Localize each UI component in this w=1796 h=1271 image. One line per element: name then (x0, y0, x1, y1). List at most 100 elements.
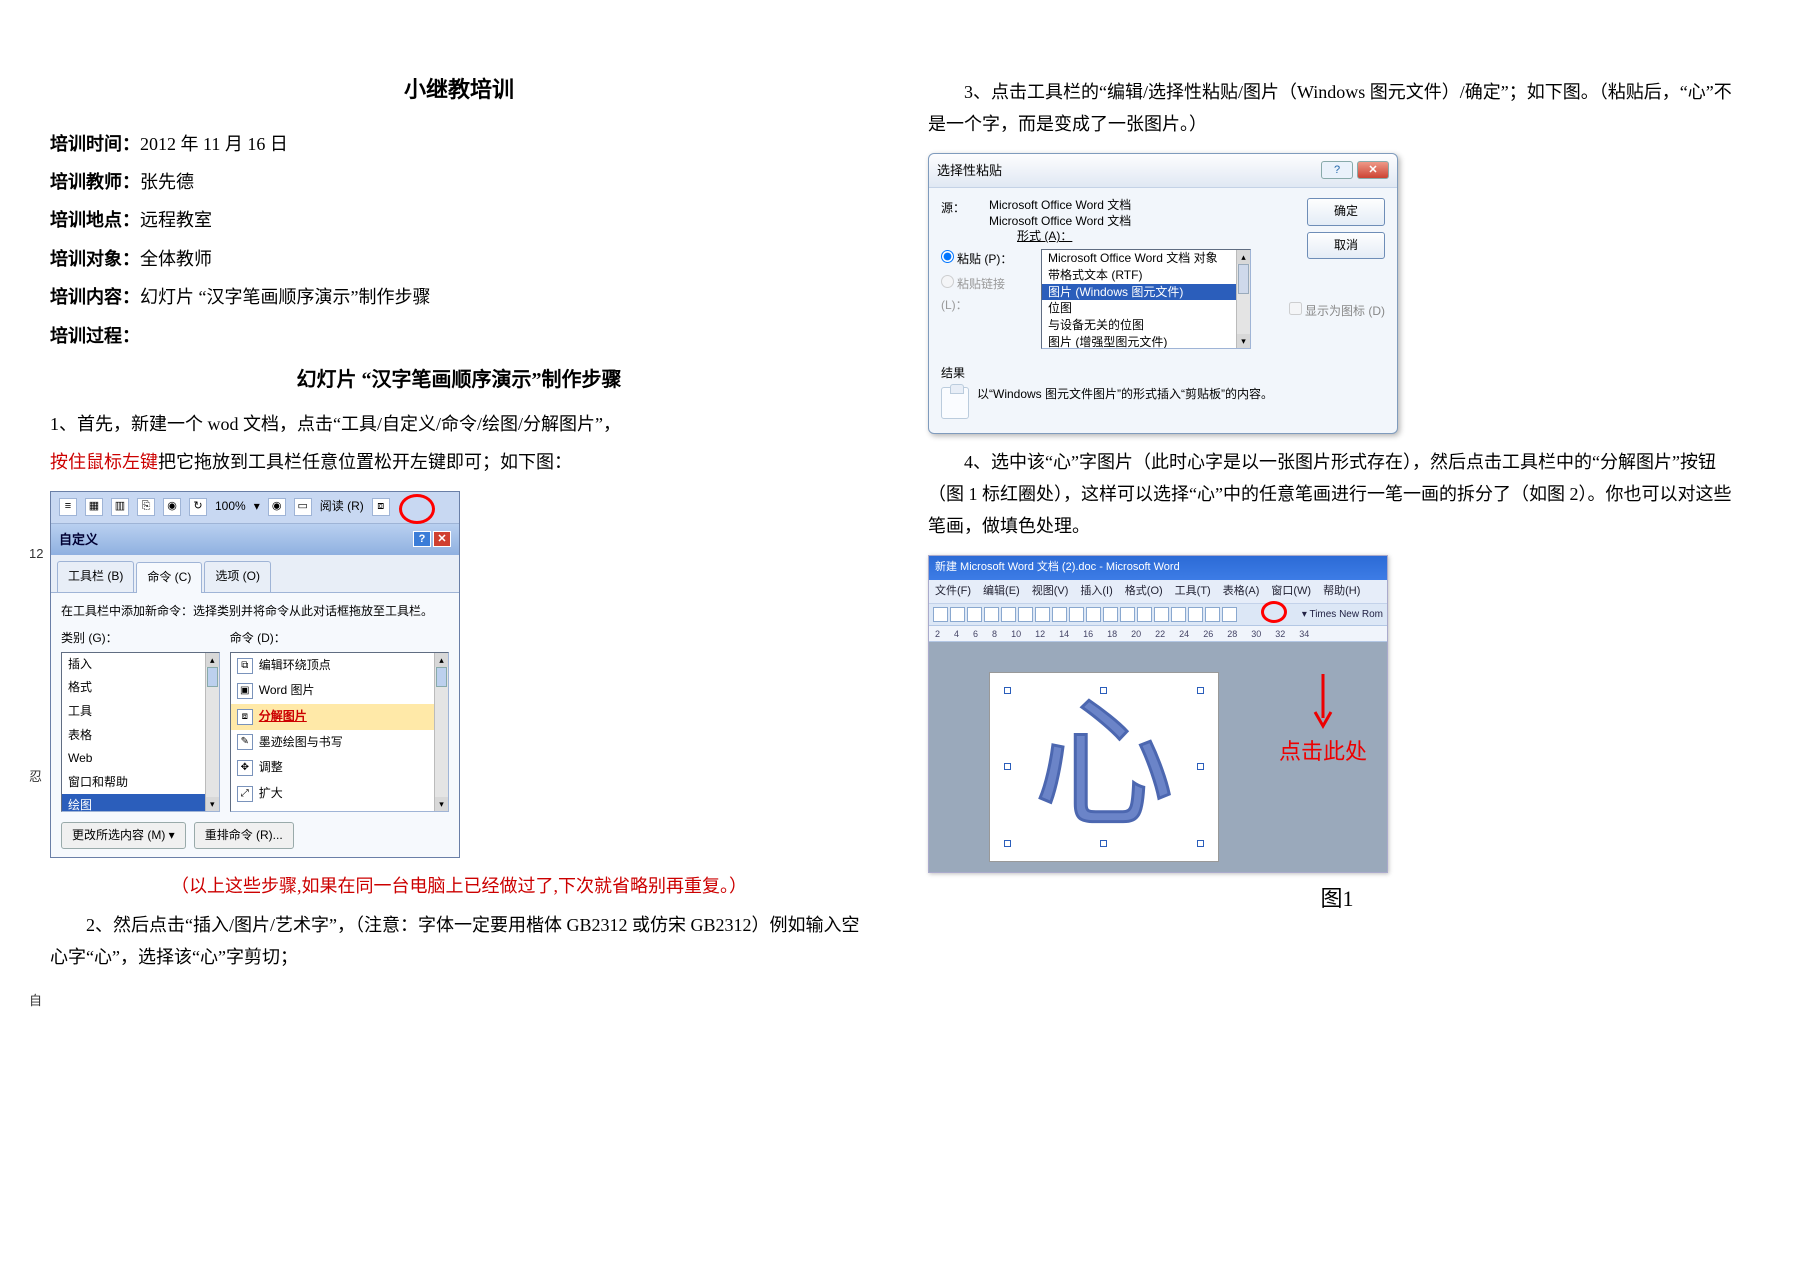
scrollbar[interactable]: ▴ ▾ (205, 653, 219, 811)
toolbar-icon[interactable] (967, 607, 982, 622)
command-label: 分解图片 (259, 706, 307, 728)
resize-handle[interactable] (1004, 687, 1011, 694)
menu-item[interactable]: 视图(V) (1032, 582, 1069, 602)
category-item[interactable]: 表格 (62, 724, 219, 748)
scrollbar[interactable]: ▴ ▾ (1236, 250, 1250, 348)
scroll-up-icon[interactable]: ▴ (435, 653, 448, 667)
category-label: 类别 (G)： (61, 628, 220, 650)
resize-handle[interactable] (1197, 840, 1204, 847)
menu-item[interactable]: 帮助(H) (1323, 582, 1360, 602)
toolbar-icon[interactable] (1171, 607, 1186, 622)
toolbar-icon[interactable] (1052, 607, 1067, 622)
ok-button[interactable]: 确定 (1307, 198, 1385, 226)
category-item[interactable]: 格式 (62, 676, 219, 700)
menu-item[interactable]: 窗口(W) (1271, 582, 1311, 602)
font-selector[interactable]: ▾ Times New Rom (1302, 606, 1383, 624)
scroll-up-icon[interactable]: ▴ (206, 653, 219, 667)
command-item[interactable]: ✥调整 (231, 755, 448, 781)
show-as-icon-checkbox[interactable]: 显示为图标 (D) (1289, 301, 1385, 323)
toolbar-icon[interactable] (1035, 607, 1050, 622)
toolbar-icon[interactable] (1069, 607, 1084, 622)
format-item[interactable]: 位图 (1042, 300, 1250, 317)
scrollbar[interactable]: ▴ ▾ (434, 653, 448, 811)
menu-item[interactable]: 格式(O) (1125, 582, 1163, 602)
command-item[interactable]: ⤢扩大 (231, 781, 448, 807)
resize-handle[interactable] (1004, 763, 1011, 770)
scroll-down-icon[interactable]: ▾ (1237, 334, 1250, 348)
resize-handle[interactable] (1004, 840, 1011, 847)
selection-rect[interactable] (1008, 691, 1200, 843)
tab-toolbars[interactable]: 工具栏 (B) (57, 561, 134, 592)
command-listbox[interactable]: ⧉编辑环绕顶点▣Word 图片⧈分解图片✎墨迹绘图与书写✥调整⤢扩大 ▴ ▾ (230, 652, 449, 812)
scroll-down-icon[interactable]: ▾ (435, 797, 448, 811)
tb-icon[interactable]: ▦ (85, 498, 103, 516)
toolbar-icon[interactable] (1222, 607, 1237, 622)
format-item[interactable]: 与设备无关的位图 (1042, 317, 1250, 334)
menu-item[interactable]: 插入(I) (1080, 582, 1112, 602)
tab-options[interactable]: 选项 (O) (204, 561, 271, 592)
toolbar-icon[interactable] (1154, 607, 1169, 622)
toolbar-icon[interactable] (1018, 607, 1033, 622)
format-item[interactable]: Microsoft Office Word 文档 对象 (1042, 250, 1250, 267)
command-item[interactable]: ⧈分解图片 (231, 704, 448, 730)
tb-icon[interactable]: ↻ (189, 498, 207, 516)
format-listbox[interactable]: Microsoft Office Word 文档 对象带格式文本 (RTF)图片… (1041, 249, 1251, 349)
resize-handle[interactable] (1197, 687, 1204, 694)
zoom-dropdown-icon[interactable]: ▾ (254, 496, 260, 518)
toolbar-icon[interactable] (984, 607, 999, 622)
radio-paste-input[interactable] (941, 250, 954, 263)
menu-item[interactable]: 文件(F) (935, 582, 971, 602)
tb-icon[interactable]: ⎘ (137, 498, 155, 516)
command-item[interactable]: ⧉编辑环绕顶点 (231, 653, 448, 679)
category-item[interactable]: 窗口和帮助 (62, 771, 219, 795)
menu-item[interactable]: 表格(A) (1223, 582, 1260, 602)
tb-icon[interactable]: ◉ (163, 498, 181, 516)
scroll-thumb[interactable] (436, 667, 447, 687)
tab-commands[interactable]: 命令 (C) (136, 562, 202, 593)
toolbar-icon[interactable] (1137, 607, 1152, 622)
menu-item[interactable]: 工具(T) (1175, 582, 1211, 602)
tb-icon[interactable]: ▥ (111, 498, 129, 516)
toolbar-icon[interactable] (1120, 607, 1135, 622)
scroll-down-icon[interactable]: ▾ (206, 797, 219, 811)
radio-paste[interactable]: 粘贴 (P)： (941, 249, 1031, 271)
help-button[interactable]: ? (1321, 161, 1353, 179)
resize-handle[interactable] (1197, 763, 1204, 770)
tb-icon[interactable]: ▭ (294, 498, 312, 516)
category-item[interactable]: 绘图 (62, 794, 219, 811)
command-item[interactable]: ✎墨迹绘图与书写 (231, 730, 448, 756)
close-button[interactable]: ✕ (1357, 161, 1389, 179)
help-button[interactable]: ? (413, 531, 431, 547)
radio-paste-link[interactable]: 粘贴链接 (L)： (941, 274, 1031, 317)
toolbar-icon[interactable] (1001, 607, 1016, 622)
cancel-button[interactable]: 取消 (1307, 232, 1385, 260)
read-mode-button[interactable]: 阅读 (R) (320, 496, 364, 518)
toolbar-icon[interactable] (933, 607, 948, 622)
category-listbox[interactable]: 插入格式工具表格Web窗口和帮助绘图自选图形边框邮件合并窗体 ▴ ▾ (61, 652, 220, 812)
zoom-value[interactable]: 100% (215, 496, 246, 518)
category-item[interactable]: Web (62, 747, 219, 771)
modify-selection-button[interactable]: 更改所选内容 (M) ▾ (61, 822, 186, 850)
toolbar-icon[interactable] (1103, 607, 1118, 622)
tb-icon[interactable]: ◉ (268, 498, 286, 516)
menu-item[interactable]: 编辑(E) (983, 582, 1020, 602)
toolbar-icon[interactable] (950, 607, 965, 622)
format-item[interactable]: 图片 (Windows 图元文件) (1042, 284, 1250, 301)
category-item[interactable]: 工具 (62, 700, 219, 724)
toolbar-icon[interactable] (1086, 607, 1101, 622)
scroll-thumb[interactable] (207, 667, 218, 687)
format-item[interactable]: 图片 (增强型图元文件) (1042, 334, 1250, 349)
scroll-thumb[interactable] (1238, 264, 1249, 294)
resize-handle[interactable] (1100, 687, 1107, 694)
close-button[interactable]: ✕ (433, 531, 451, 547)
scroll-up-icon[interactable]: ▴ (1237, 250, 1250, 264)
category-item[interactable]: 插入 (62, 653, 219, 677)
disassemble-picture-icon[interactable]: ⧈ (372, 498, 390, 516)
tb-icon[interactable]: ≡ (59, 498, 77, 516)
resize-handle[interactable] (1100, 840, 1107, 847)
format-item[interactable]: 带格式文本 (RTF) (1042, 267, 1250, 284)
disassemble-picture-icon[interactable] (1205, 607, 1220, 622)
command-item[interactable]: ▣Word 图片 (231, 678, 448, 704)
toolbar-icon[interactable] (1188, 607, 1203, 622)
rearrange-commands-button[interactable]: 重排命令 (R)... (194, 822, 294, 850)
